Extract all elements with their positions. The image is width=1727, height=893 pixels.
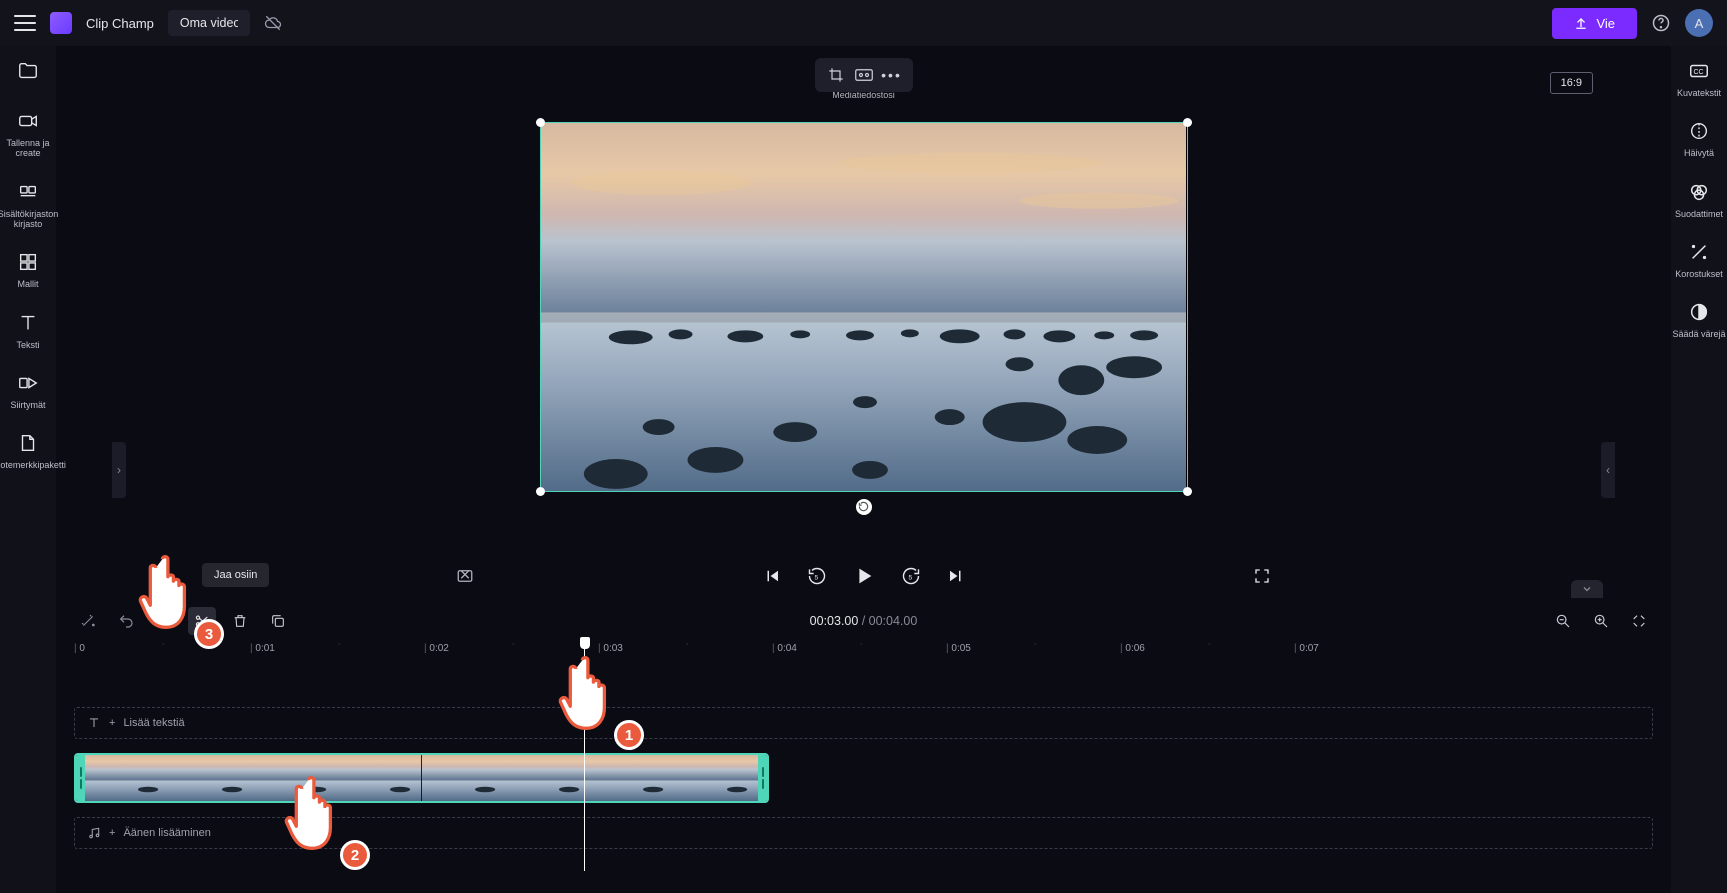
skip-start-button[interactable]: [763, 567, 781, 585]
audio-track-label: Äänen lisääminen: [123, 827, 210, 839]
fullscreen-button[interactable]: [1253, 567, 1271, 585]
split-button[interactable]: [188, 607, 216, 635]
rewind-button[interactable]: 5: [807, 566, 827, 586]
preview-canvas[interactable]: [540, 122, 1188, 492]
filters-icon: [1688, 181, 1710, 203]
resize-handle-tr[interactable]: [1183, 118, 1192, 127]
effects-icon: [1688, 241, 1710, 263]
cloud-sync-off-icon: [264, 14, 282, 32]
time-readout: 00:03.00 / 00:04.00: [810, 614, 918, 628]
rightbar-fade[interactable]: Häivytä: [1671, 120, 1727, 158]
folder-icon: [17, 60, 39, 82]
playhead[interactable]: [584, 643, 585, 871]
cc-icon: CC: [1688, 60, 1710, 82]
left-sidebar: Tallenna ja create Sisältökirjaston kirj…: [0, 46, 56, 893]
delete-button[interactable]: [226, 607, 254, 635]
project-title-input[interactable]: [168, 10, 250, 36]
timeline[interactable]: | 0 ˙ | 0:01 ˙ | 0:02 ˙ | 0:03 ˙ | 0:04 …: [56, 643, 1671, 893]
text-track-placeholder[interactable]: + Lisää tekstiä: [74, 707, 1653, 739]
text-icon: [17, 312, 39, 334]
sidebar-transitions[interactable]: Siirtymät: [0, 372, 56, 410]
app-name: Clip Champ: [86, 16, 154, 31]
zoom-in-button[interactable]: [1587, 607, 1615, 635]
duplicate-button[interactable]: [264, 607, 292, 635]
grid-icon: [17, 251, 39, 273]
fit-button[interactable]: [853, 64, 875, 86]
zoom-out-button[interactable]: [1549, 607, 1577, 635]
rotate-handle[interactable]: [856, 499, 872, 515]
right-sidebar: CCKuvatekstit Häivytä Suodattimet Korost…: [1671, 46, 1727, 893]
rightbar-filters[interactable]: Suodattimet: [1671, 181, 1727, 219]
crop-button[interactable]: [825, 64, 847, 86]
clip-trim-left[interactable]: [76, 755, 85, 801]
undo-button[interactable]: [112, 607, 140, 635]
magic-button[interactable]: [74, 607, 102, 635]
brand-icon: [17, 432, 39, 454]
split-tooltip: Jaa osiin: [202, 563, 269, 587]
forward-button[interactable]: 5: [901, 566, 921, 586]
clip-trim-right[interactable]: [758, 755, 767, 801]
sidebar-text[interactable]: Teksti: [0, 312, 56, 350]
skip-end-button[interactable]: [947, 567, 965, 585]
text-icon: [87, 716, 101, 730]
text-track-label: Lisää tekstiä: [123, 717, 184, 729]
resize-handle-br[interactable]: [1183, 487, 1192, 496]
remove-from-canvas-button[interactable]: [456, 567, 474, 585]
avatar[interactable]: A: [1685, 9, 1713, 37]
rightbar-effects[interactable]: Korostukset: [1671, 241, 1727, 279]
music-icon: [87, 826, 101, 840]
fade-icon: [1688, 120, 1710, 142]
svg-text:5: 5: [908, 574, 912, 581]
preview-frame-image: [541, 123, 1187, 492]
zoom-fit-button[interactable]: [1625, 607, 1653, 635]
timeline-ruler[interactable]: | 0 ˙ | 0:01 ˙ | 0:02 ˙ | 0:03 ˙ | 0:04 …: [74, 643, 1653, 667]
plus-icon: +: [109, 717, 115, 729]
svg-text:5: 5: [814, 574, 818, 581]
sidebar-templates[interactable]: Mallit: [0, 251, 56, 289]
more-options-button[interactable]: •••: [881, 64, 903, 86]
duration: 00:04.00: [869, 614, 918, 628]
export-label: Vie: [1596, 16, 1615, 31]
rightbar-colors[interactable]: Säädä värejä: [1671, 301, 1727, 339]
sidebar-record[interactable]: Tallenna ja create: [0, 110, 56, 159]
clip-thumbnails: [85, 755, 758, 801]
current-time: 00:03.00: [810, 614, 859, 628]
play-button[interactable]: [853, 565, 875, 587]
resize-handle-tl[interactable]: [536, 118, 545, 127]
help-icon[interactable]: [1651, 13, 1671, 33]
sidebar-library[interactable]: Sisältökirjaston kirjasto: [0, 181, 56, 230]
contrast-icon: [1688, 301, 1710, 323]
export-button[interactable]: Vie: [1552, 8, 1637, 39]
hamburger-menu[interactable]: [14, 15, 36, 31]
audio-track-placeholder[interactable]: + Äänen lisääminen: [74, 817, 1653, 849]
svg-text:CC: CC: [1694, 69, 1704, 76]
library-icon: [17, 181, 39, 203]
app-logo-icon: [50, 12, 72, 34]
collapse-timeline-button[interactable]: [1571, 580, 1603, 598]
camera-icon: [17, 110, 39, 132]
plus-icon: +: [109, 827, 115, 839]
redo-button[interactable]: [150, 607, 178, 635]
sidebar-media[interactable]: [0, 60, 56, 88]
clip-toolbar: •••: [815, 58, 913, 92]
rightbar-captions[interactable]: CCKuvatekstit: [1671, 60, 1727, 98]
video-clip[interactable]: [74, 753, 769, 803]
resize-handle-bl[interactable]: [536, 487, 545, 496]
transition-icon: [17, 372, 39, 394]
sidebar-brand[interactable]: Tuotemerkkipaketti: [0, 432, 56, 470]
